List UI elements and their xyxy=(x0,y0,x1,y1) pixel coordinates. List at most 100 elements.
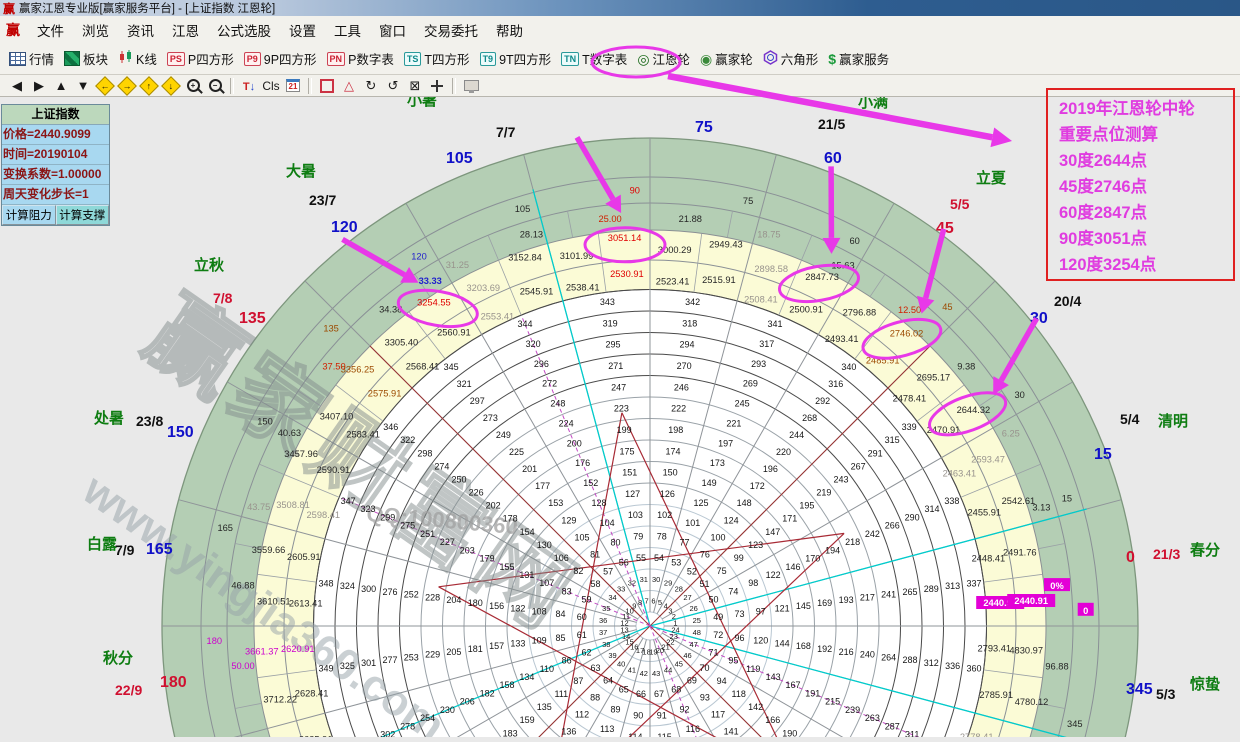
svg-text:5: 5 xyxy=(658,598,662,607)
calc-resistance-button[interactable]: 计算阻力 xyxy=(2,205,56,225)
toolbar-item-9[interactable]: ◎江恩轮 xyxy=(632,49,695,68)
svg-text:177: 177 xyxy=(535,481,550,491)
rotate-ccw-icon[interactable]: ↺ xyxy=(383,77,403,95)
toolbar-item-6[interactable]: TST四方形 xyxy=(399,49,475,68)
menu-item-2[interactable]: 资讯 xyxy=(118,20,163,40)
toolbar-item-1[interactable]: 板块 xyxy=(59,49,113,68)
svg-text:2796.88: 2796.88 xyxy=(843,308,877,318)
cls-icon[interactable]: Cls xyxy=(261,77,281,95)
toolbar-item-2[interactable]: K线 xyxy=(113,49,162,68)
toolbar-item-5[interactable]: PNP数字表 xyxy=(322,49,399,68)
svg-text:342: 342 xyxy=(685,297,700,307)
svg-text:77: 77 xyxy=(679,538,689,548)
svg-text:27: 27 xyxy=(683,593,691,602)
pan-up-icon[interactable]: ↑ xyxy=(139,77,159,95)
svg-text:2793.41: 2793.41 xyxy=(977,644,1011,654)
zoom-in-icon[interactable]: + xyxy=(183,77,203,95)
svg-text:74: 74 xyxy=(728,587,738,597)
svg-text:4830.97: 4830.97 xyxy=(1009,646,1043,656)
square-icon[interactable] xyxy=(317,77,337,95)
nav-down-icon[interactable]: ▼ xyxy=(73,77,93,95)
menu-item-9[interactable]: 帮助 xyxy=(487,20,532,40)
rotate-cw-icon[interactable]: ↻ xyxy=(361,77,381,95)
toolbar-item-label: T四方形 xyxy=(424,49,469,68)
svg-text:321: 321 xyxy=(457,379,472,389)
svg-text:277: 277 xyxy=(382,655,397,665)
svg-text:172: 172 xyxy=(750,481,765,491)
svg-text:144: 144 xyxy=(775,638,790,648)
nav-up-icon[interactable]: ▲ xyxy=(51,77,71,95)
menu-item-4[interactable]: 公式选股 xyxy=(208,20,280,40)
triangle-icon[interactable]: △ xyxy=(339,77,359,95)
toolbar-item-0[interactable]: 行情 xyxy=(4,49,59,68)
title-bar[interactable]: 赢 赢家江恩专业版[赢家服务平台] - [上证指数 江恩轮] xyxy=(0,0,1240,16)
svg-text:292: 292 xyxy=(815,396,830,406)
svg-text:60: 60 xyxy=(577,612,587,622)
svg-text:3661.37: 3661.37 xyxy=(245,646,279,656)
calendar-icon[interactable]: 21 xyxy=(283,77,303,95)
svg-text:300: 300 xyxy=(361,584,376,594)
calc-support-button[interactable]: 计算支撑 xyxy=(56,205,110,225)
pan-left-icon[interactable]: ← xyxy=(95,77,115,95)
svg-text:64: 64 xyxy=(603,676,613,686)
menu-item-7[interactable]: 窗口 xyxy=(370,20,415,40)
move-cross-icon[interactable] xyxy=(427,77,447,95)
menu-logo-icon: 赢 xyxy=(0,20,28,40)
box-x-icon[interactable]: ⊠ xyxy=(405,77,425,95)
svg-text:3712.22: 3712.22 xyxy=(263,695,297,705)
svg-text:2598.41: 2598.41 xyxy=(306,510,340,520)
screen-icon[interactable] xyxy=(461,77,481,95)
wheel-outside-label: 120 xyxy=(331,219,358,236)
toolbar-item-7[interactable]: T99T四方形 xyxy=(475,49,557,68)
toolbar-item-8[interactable]: TNT数字表 xyxy=(556,49,632,68)
toolbar-item-10[interactable]: ◉赢家轮 xyxy=(695,49,758,68)
wheel-outside-label: 小暑 xyxy=(407,97,437,109)
menu-item-0[interactable]: 文件 xyxy=(28,20,73,40)
svg-text:228: 228 xyxy=(425,592,440,602)
svg-text:267: 267 xyxy=(851,461,866,471)
menu-item-6[interactable]: 工具 xyxy=(325,20,370,40)
svg-text:127: 127 xyxy=(625,489,640,499)
toolbar-item-12[interactable]: $赢家服务 xyxy=(823,49,894,68)
svg-text:296: 296 xyxy=(534,359,549,369)
nav-right-icon[interactable]: ▶ xyxy=(29,77,49,95)
wheel-outside-label: 立秋 xyxy=(194,256,225,274)
svg-text:78: 78 xyxy=(657,532,667,542)
svg-text:270: 270 xyxy=(677,361,692,371)
menu-item-1[interactable]: 浏览 xyxy=(73,20,118,40)
svg-text:194: 194 xyxy=(825,545,840,555)
svg-text:221: 221 xyxy=(726,418,741,428)
toolbar-item-label: K线 xyxy=(136,49,157,68)
svg-text:44: 44 xyxy=(664,666,672,675)
menu-item-3[interactable]: 江恩 xyxy=(163,20,208,40)
pan-down-icon[interactable]: ↓ xyxy=(161,77,181,95)
menu-item-8[interactable]: 交易委托 xyxy=(415,20,487,40)
svg-text:40.63: 40.63 xyxy=(278,428,301,438)
p9-square-icon: P9 xyxy=(244,52,261,66)
info-row-price: 价格=2440.9099 xyxy=(2,125,109,145)
svg-text:33.33: 33.33 xyxy=(419,276,442,286)
svg-text:348: 348 xyxy=(318,578,333,588)
pan-right-icon[interactable]: → xyxy=(117,77,137,95)
svg-text:2575.91: 2575.91 xyxy=(368,388,402,398)
wheel-outside-label: 白露 xyxy=(87,535,118,553)
svg-text:25: 25 xyxy=(693,616,701,625)
nav-left-icon[interactable]: ◀ xyxy=(7,77,27,95)
svg-text:43.75: 43.75 xyxy=(247,502,270,512)
svg-text:174: 174 xyxy=(665,446,680,456)
menu-item-5[interactable]: 设置 xyxy=(280,20,325,40)
wheel-outside-label: 春分 xyxy=(1190,541,1220,559)
svg-text:3254.55: 3254.55 xyxy=(417,298,451,308)
toolbar-item-11[interactable]: 六角形 xyxy=(758,49,824,68)
toolbar-item-4[interactable]: P99P四方形 xyxy=(239,49,322,68)
zoom-out-icon[interactable]: − xyxy=(205,77,225,95)
svg-text:82: 82 xyxy=(573,566,583,576)
svg-text:152: 152 xyxy=(583,478,598,488)
svg-text:315: 315 xyxy=(885,435,900,445)
svg-text:90: 90 xyxy=(630,185,640,195)
svg-text:2605.91: 2605.91 xyxy=(287,552,321,562)
toolbar-item-3[interactable]: PSP四方形 xyxy=(162,49,239,68)
svg-text:133: 133 xyxy=(510,638,525,648)
svg-text:216: 216 xyxy=(839,647,854,657)
t-down-icon[interactable]: T↓ xyxy=(239,77,259,95)
